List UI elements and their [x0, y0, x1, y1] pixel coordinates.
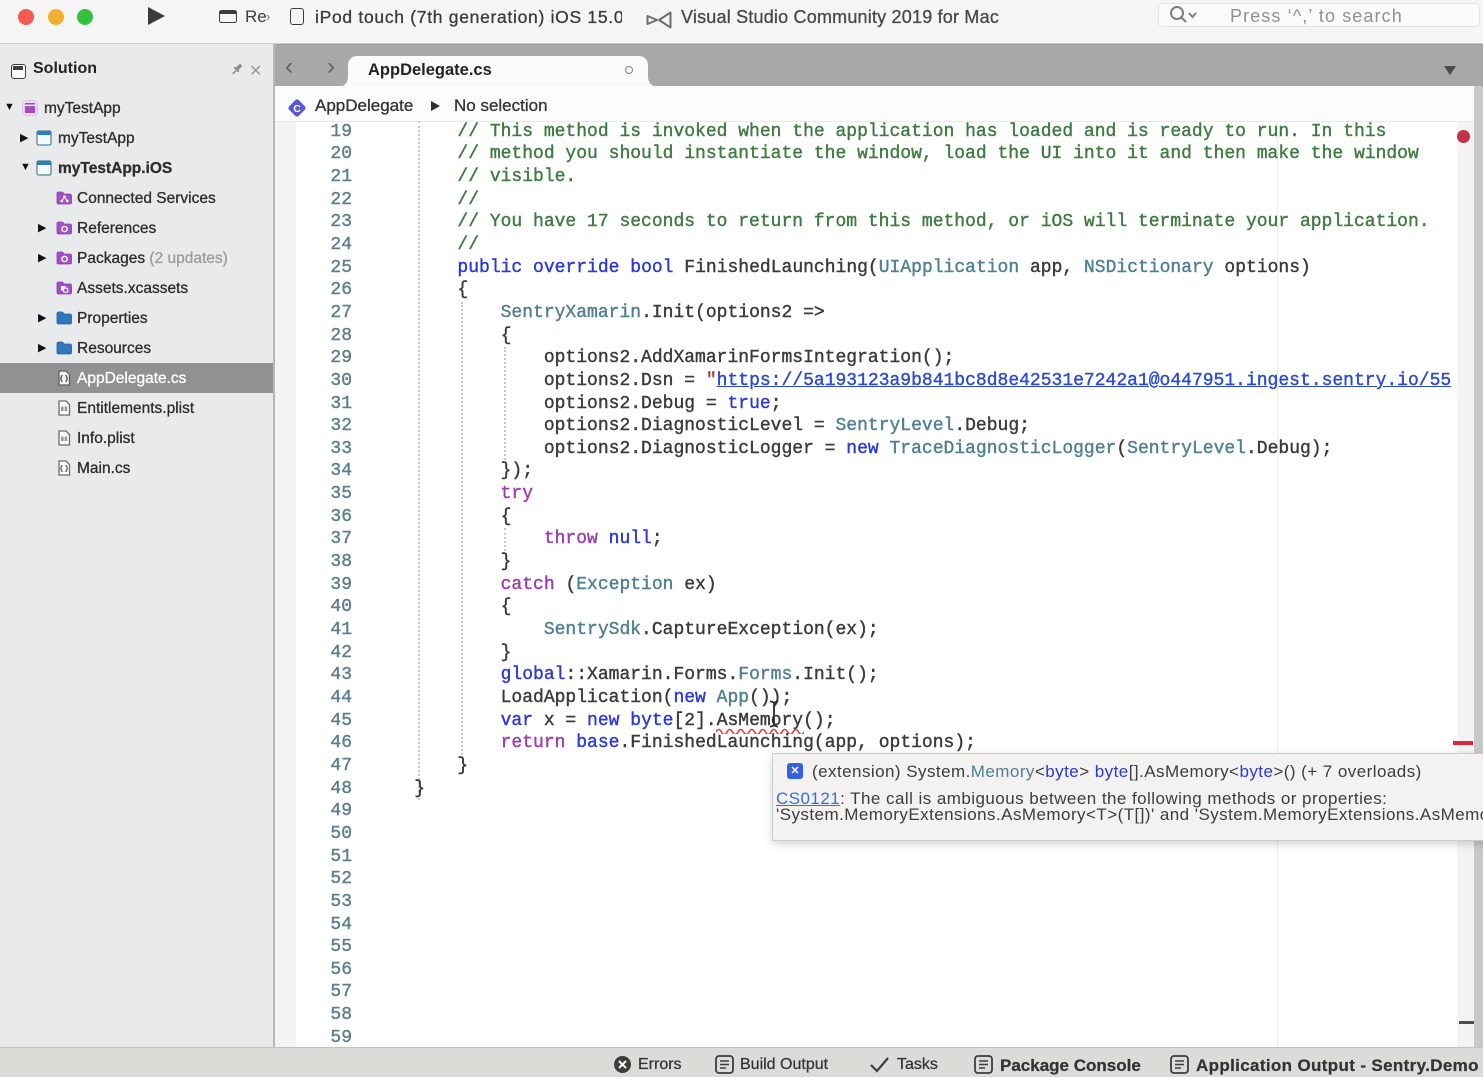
svg-text:C: C: [293, 103, 301, 115]
